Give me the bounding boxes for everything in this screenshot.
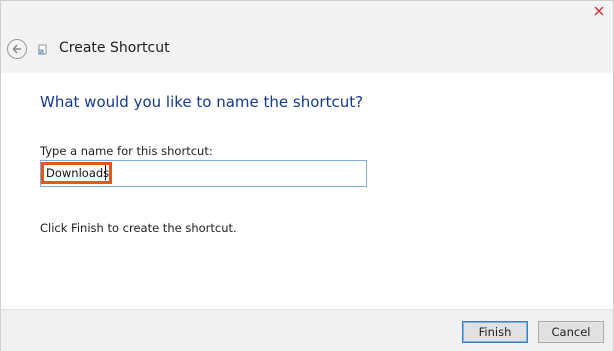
shortcut-icon [38,44,47,55]
close-button[interactable] [585,1,613,21]
dialog-footer: Finish Cancel [1,309,613,351]
create-shortcut-window: Create Shortcut What would you like to n… [0,0,614,351]
title-bar: Create Shortcut [1,1,613,73]
finish-button[interactable]: Finish [462,321,528,343]
back-button[interactable] [7,39,27,59]
shortcut-name-label: Type a name for this shortcut: [40,144,213,158]
finish-hint: Click Finish to create the shortcut. [40,221,237,235]
text-caret [105,165,106,180]
shortcut-name-value: Downloads [46,166,110,180]
close-icon [594,6,604,16]
window-title: Create Shortcut [59,40,170,56]
back-arrow-icon [12,44,21,54]
page-heading: What would you like to name the shortcut… [40,93,364,111]
cancel-button[interactable]: Cancel [538,321,604,343]
